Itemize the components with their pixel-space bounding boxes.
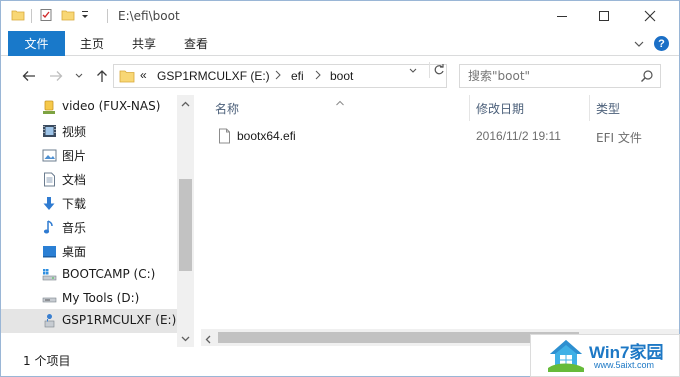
recent-locations-chevron-icon[interactable] bbox=[71, 69, 87, 83]
back-arrow-icon[interactable] bbox=[21, 69, 37, 83]
file-icon bbox=[218, 128, 231, 147]
breadcrumb-overflow[interactable]: « bbox=[140, 68, 147, 82]
file-type: EFI 文件 bbox=[596, 131, 642, 145]
sidebar-item-video-nas[interactable]: video (FUX-NAS) bbox=[1, 95, 177, 119]
explorer-window: E:\efi\boot 文件 主页 共享 查看 ? « GSP1RMCULXF … bbox=[0, 0, 680, 377]
tab-home[interactable]: 主页 bbox=[80, 31, 104, 56]
system-drive-icon bbox=[41, 267, 57, 283]
help-button[interactable]: ? bbox=[654, 36, 669, 51]
properties-icon[interactable] bbox=[39, 8, 53, 22]
local-drive-icon bbox=[41, 291, 57, 307]
sidebar-item-label: BOOTCAMP (C:) bbox=[62, 267, 156, 281]
navigation-pane: video (FUX-NAS) 视频 图片 文档 下载 音乐 桌面 BOOTCA… bbox=[1, 95, 194, 347]
folder-icon bbox=[119, 69, 135, 86]
music-icon bbox=[41, 219, 57, 235]
usb-drive-icon bbox=[41, 313, 57, 329]
scroll-left-chevron-icon[interactable] bbox=[205, 333, 211, 347]
sidebar-item-label: 桌面 bbox=[62, 245, 87, 259]
scroll-up-chevron-icon[interactable] bbox=[177, 95, 194, 112]
sidebar-item-label: GSP1RMCULXF (E:) bbox=[62, 313, 177, 327]
sidebar-item-label: 文档 bbox=[62, 173, 87, 187]
maximize-button[interactable] bbox=[581, 1, 627, 31]
sidebar-item-bootcamp-c[interactable]: BOOTCAMP (C:) bbox=[1, 263, 177, 287]
file-list-pane: 名称 修改日期 类型 bootx64.efi 2016/11/2 19:11 E… bbox=[201, 95, 679, 347]
column-divider[interactable] bbox=[469, 95, 470, 121]
folder-icon bbox=[11, 8, 25, 22]
sidebar-item-music[interactable]: 音乐 bbox=[1, 215, 177, 239]
sidebar-scrollbar[interactable] bbox=[177, 95, 194, 347]
search-icon[interactable] bbox=[640, 69, 654, 86]
house-logo-icon bbox=[548, 338, 584, 375]
ribbon-tabs: 文件 主页 共享 查看 ? bbox=[1, 31, 679, 56]
file-name: bootx64.efi bbox=[237, 129, 296, 143]
sidebar-item-documents[interactable]: 文档 bbox=[1, 167, 177, 191]
new-folder-icon[interactable] bbox=[61, 8, 75, 22]
sidebar-item-label: My Tools (D:) bbox=[62, 291, 140, 305]
breadcrumb-chevron-icon[interactable] bbox=[275, 70, 281, 83]
search-input[interactable] bbox=[468, 69, 638, 83]
search-box[interactable] bbox=[459, 64, 661, 88]
sidebar-item-label: 视频 bbox=[62, 125, 87, 139]
tab-share[interactable]: 共享 bbox=[132, 31, 156, 56]
tab-view[interactable]: 查看 bbox=[184, 31, 208, 56]
up-arrow-icon[interactable] bbox=[94, 69, 110, 83]
sidebar-item-downloads[interactable]: 下载 bbox=[1, 191, 177, 215]
breadcrumb-chevron-icon[interactable] bbox=[315, 70, 321, 83]
column-header-modified[interactable]: 修改日期 bbox=[476, 100, 524, 117]
tab-file[interactable]: 文件 bbox=[8, 31, 65, 56]
sidebar-item-videos[interactable]: 视频 bbox=[1, 119, 177, 143]
file-row[interactable]: bootx64.efi 2016/11/2 19:11 EFI 文件 bbox=[213, 125, 671, 147]
pictures-library-icon bbox=[41, 147, 57, 163]
video-library-icon bbox=[41, 123, 57, 139]
scroll-down-chevron-icon[interactable] bbox=[177, 330, 194, 347]
sort-ascending-chevron-icon bbox=[335, 95, 345, 109]
minimize-button[interactable] bbox=[539, 1, 585, 31]
expand-ribbon-chevron-icon[interactable] bbox=[633, 38, 645, 52]
documents-library-icon bbox=[41, 171, 57, 187]
window-title: E:\efi\boot bbox=[118, 9, 180, 23]
network-drive-icon bbox=[41, 99, 57, 115]
sidebar-item-pictures[interactable]: 图片 bbox=[1, 143, 177, 167]
sidebar-item-label: 下载 bbox=[62, 197, 87, 211]
navigation-bar: « GSP1RMCULXF (E:) efi boot bbox=[1, 57, 679, 95]
breadcrumb-boot[interactable]: boot bbox=[330, 69, 353, 83]
scrollbar-thumb[interactable] bbox=[179, 179, 192, 271]
sidebar-item-gsp1rmculxf-e[interactable]: GSP1RMCULXF (E:) bbox=[1, 309, 177, 333]
sidebar-item-label: video (FUX-NAS) bbox=[62, 99, 161, 113]
sidebar-item-label: 图片 bbox=[62, 149, 87, 163]
file-modified-date: 2016/11/2 19:11 bbox=[476, 129, 561, 143]
column-header-name[interactable]: 名称 bbox=[215, 100, 239, 117]
scrollbar-thumb[interactable] bbox=[218, 332, 579, 343]
breadcrumb-drive[interactable]: GSP1RMCULXF (E:) bbox=[157, 69, 270, 83]
watermark-url: www.5aixt.com bbox=[594, 360, 655, 370]
breadcrumb-efi[interactable]: efi bbox=[291, 69, 304, 83]
watermark-logo: Win7家园 www.5aixt.com bbox=[530, 334, 680, 377]
downloads-icon bbox=[41, 195, 57, 211]
column-header-type[interactable]: 类型 bbox=[596, 100, 620, 117]
address-bar[interactable]: « GSP1RMCULXF (E:) efi boot bbox=[113, 64, 447, 88]
customize-toolbar-chevron-icon[interactable] bbox=[80, 8, 90, 22]
title-bar: E:\efi\boot bbox=[1, 1, 679, 31]
address-history-chevron-icon[interactable] bbox=[408, 64, 418, 78]
close-button[interactable] bbox=[627, 1, 673, 31]
refresh-icon[interactable] bbox=[429, 62, 447, 78]
sidebar-item-my-tools-d[interactable]: My Tools (D:) bbox=[1, 287, 177, 311]
sidebar-item-desktop[interactable]: 桌面 bbox=[1, 239, 177, 263]
forward-arrow-icon[interactable] bbox=[48, 69, 64, 83]
desktop-icon bbox=[41, 243, 57, 259]
item-count: 1 个项目 bbox=[23, 354, 71, 368]
column-divider[interactable] bbox=[589, 95, 590, 121]
sidebar-item-label: 音乐 bbox=[62, 221, 87, 235]
